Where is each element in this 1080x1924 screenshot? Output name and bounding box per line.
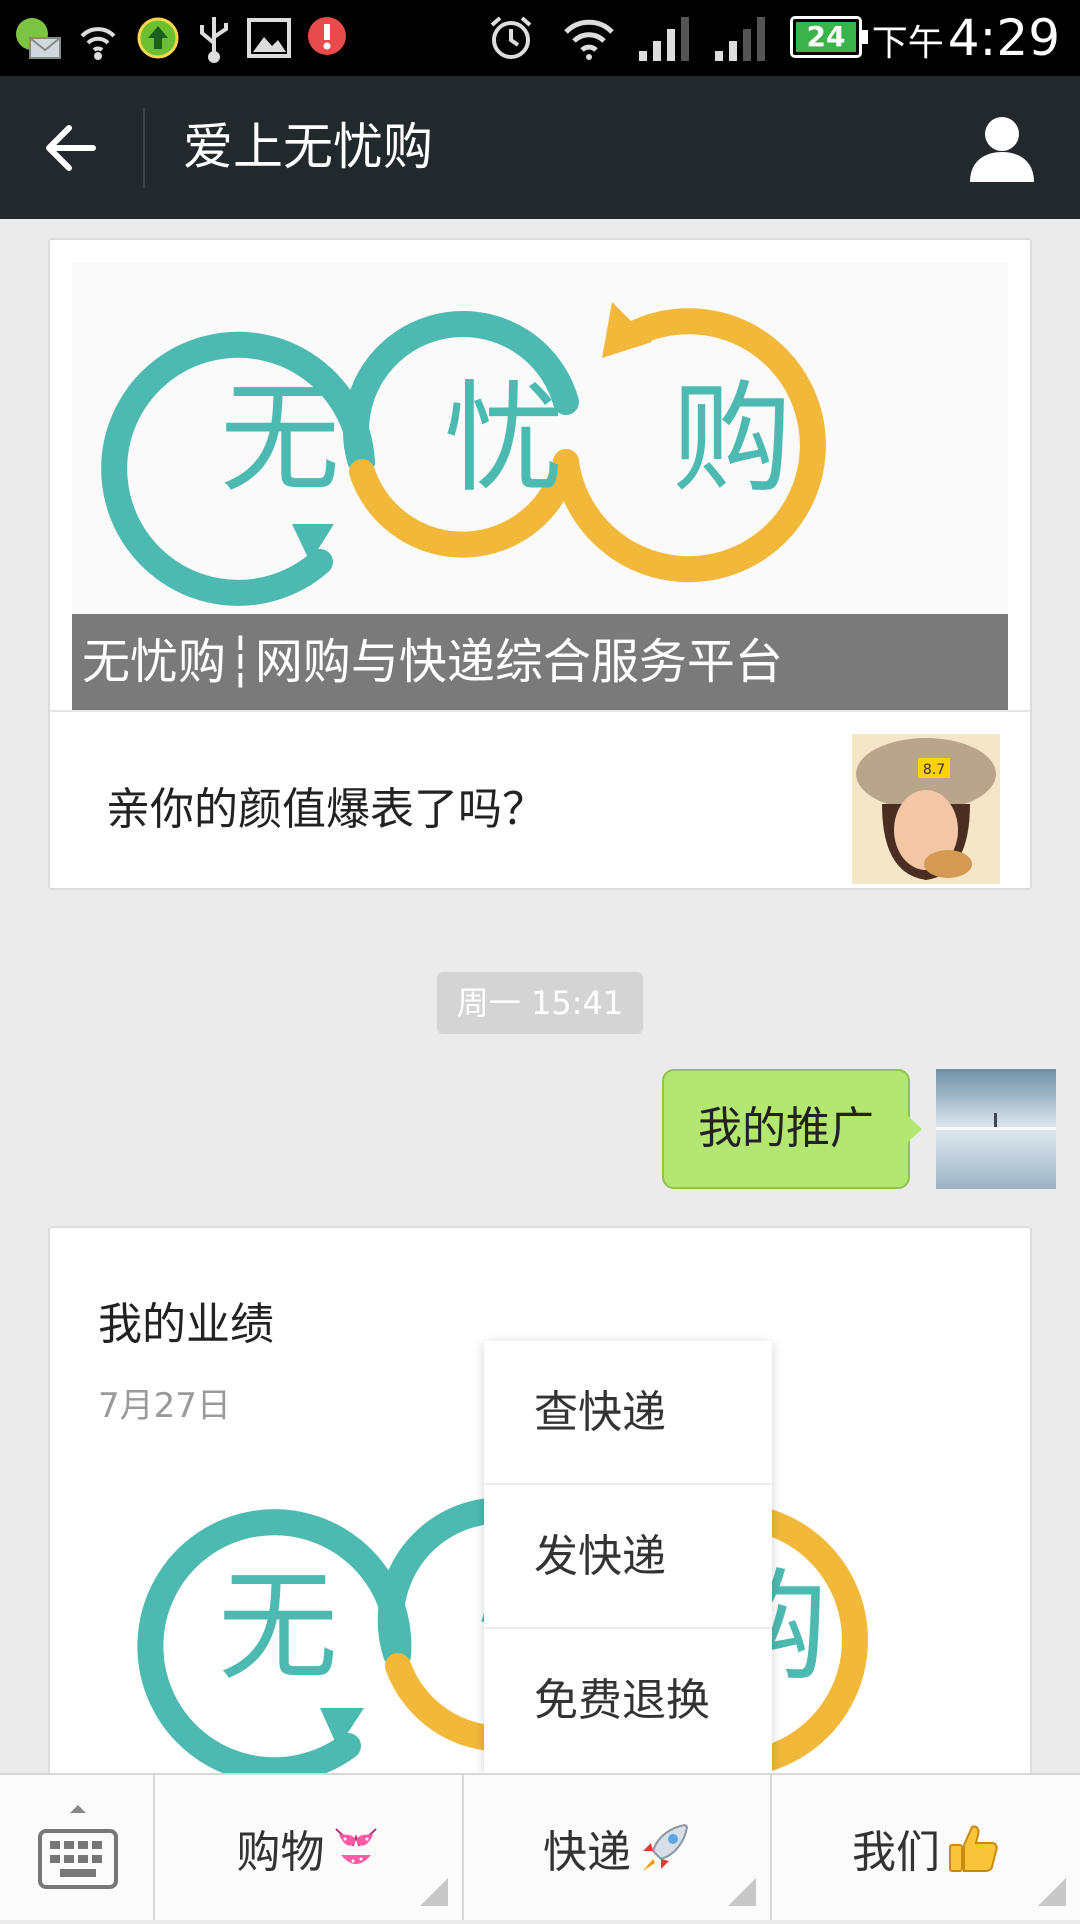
- battery-level: 24: [796, 22, 856, 52]
- performance-title: 我的业绩: [98, 1299, 274, 1350]
- status-bar: 24 下午4:29: [0, 0, 1080, 76]
- clock-time: 4:29: [947, 9, 1060, 67]
- menu-shopping-button[interactable]: 购物: [155, 1775, 464, 1920]
- menu-express-button[interactable]: 快递: [464, 1775, 772, 1920]
- menu-about-us-label: 我们: [852, 1826, 940, 1878]
- person-icon: [970, 117, 1034, 182]
- menu-item-free-return[interactable]: 免费退换: [484, 1629, 772, 1773]
- svg-text:无: 无: [220, 370, 340, 509]
- thumbs-up-icon: [946, 1821, 1000, 1875]
- banner-caption: 无忧购┆网购与快递综合服务平台: [72, 614, 1008, 710]
- keyboard-icon: [38, 1805, 118, 1889]
- title-bar: 爱上无忧购: [0, 76, 1080, 219]
- article-title: 亲你的颜值爆表了吗？: [106, 784, 546, 835]
- wifi-icon: [560, 10, 618, 66]
- bubble-tail: [908, 1116, 922, 1142]
- usb-icon: [190, 10, 238, 66]
- image-icon: [244, 10, 294, 66]
- mail-notification-icon: [14, 10, 62, 66]
- signal-icon-2: [712, 10, 768, 66]
- article-thumbnail: 8.7: [852, 734, 1000, 884]
- svg-text:购: 购: [672, 370, 792, 509]
- user-avatar[interactable]: [936, 1069, 1056, 1189]
- message-timestamp: 周一 15:41: [437, 972, 643, 1034]
- battery-icon: 24: [790, 16, 868, 58]
- clock-ampm: 下午: [871, 23, 944, 64]
- profile-button[interactable]: [964, 114, 1040, 184]
- bikini-icon: [331, 1823, 381, 1873]
- express-popup-menu: 查快递 发快递 免费退换: [484, 1341, 772, 1773]
- menu-shopping-label: 购物: [236, 1826, 325, 1878]
- page-title: 爱上无忧购: [183, 118, 433, 176]
- menu-express-label: 快递: [543, 1826, 631, 1878]
- svg-text:忧: 忧: [444, 370, 564, 509]
- bottom-menu-bar: 购物 快递 我们: [0, 1773, 1080, 1920]
- alert-icon: [302, 10, 352, 66]
- article-item[interactable]: 亲你的颜值爆表了吗？ 8.7: [50, 710, 1030, 888]
- wifi-hotspot-icon: [74, 10, 122, 66]
- menu-item-send-package[interactable]: 发快递: [484, 1485, 772, 1629]
- performance-date: 7月27日: [98, 1386, 231, 1426]
- signal-icon: [636, 10, 692, 66]
- title-divider: [143, 108, 145, 188]
- clock: 下午4:29: [872, 6, 1060, 76]
- alarm-icon: [484, 10, 538, 66]
- sent-message-bubble[interactable]: 我的推广: [662, 1069, 910, 1189]
- menu-corner-triangle: [728, 1878, 756, 1906]
- menu-corner-triangle: [420, 1878, 448, 1906]
- menu-item-track-package[interactable]: 查快递: [484, 1341, 772, 1485]
- back-button[interactable]: [30, 111, 110, 185]
- keyboard-toggle-button[interactable]: [0, 1775, 155, 1920]
- menu-about-us-button[interactable]: 我们: [772, 1775, 1080, 1920]
- upload-icon: [134, 10, 182, 66]
- article-card[interactable]: 无 忧 购 无忧购┆网购与快递综合服务平台 亲你的颜值爆表了吗？ 8.7: [48, 238, 1032, 890]
- menu-corner-triangle: [1038, 1878, 1066, 1906]
- rocket-icon: [637, 1821, 691, 1875]
- back-arrow-icon: [46, 125, 96, 171]
- svg-text:无: 无: [218, 1558, 338, 1697]
- svg-text:8.7: 8.7: [923, 762, 945, 778]
